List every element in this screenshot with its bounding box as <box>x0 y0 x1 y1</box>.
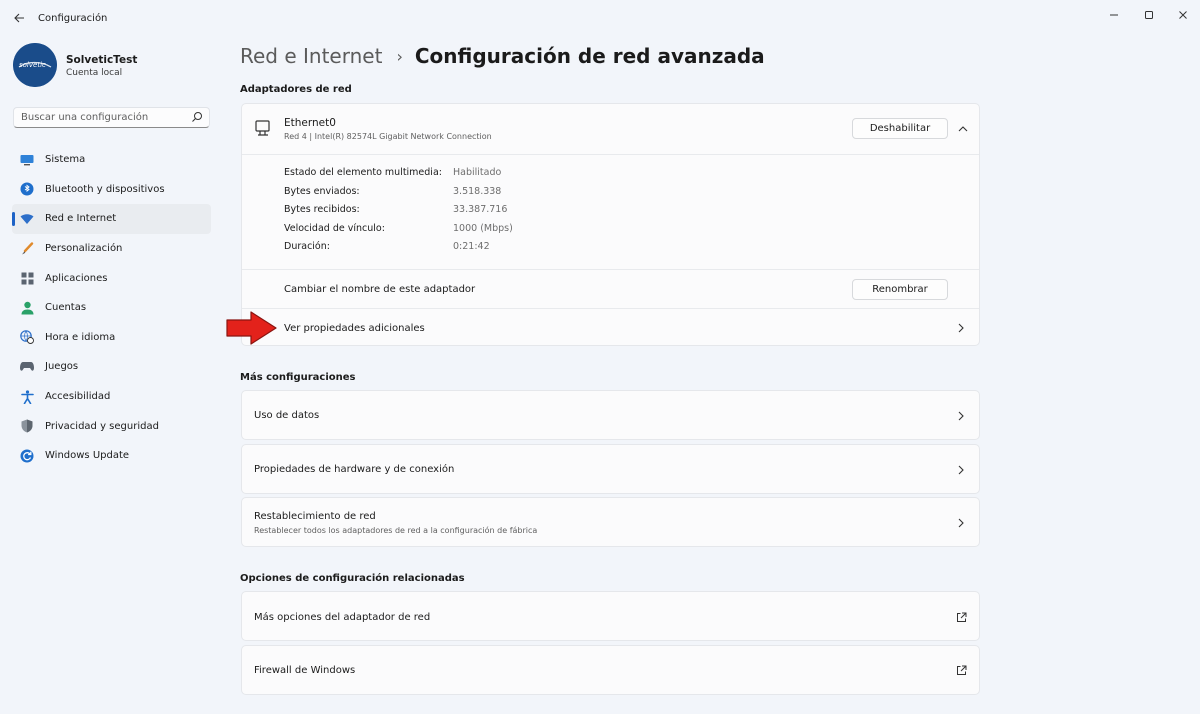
adapter-name: Ethernet0 <box>284 117 336 129</box>
rename-row: Cambiar el nombre de este adaptador Reno… <box>242 269 979 309</box>
maximize-icon <box>1145 11 1153 19</box>
close-icon <box>1179 11 1187 19</box>
breadcrumb: Red e Internet › Configuración de red av… <box>240 44 765 68</box>
back-arrow-icon <box>13 13 24 23</box>
chevron-right-icon <box>958 518 964 528</box>
section-title-adapters: Adaptadores de red <box>240 84 352 95</box>
external-link-icon <box>957 665 967 675</box>
adapter-options-label: Más opciones del adaptador de red <box>254 612 431 623</box>
external-link-icon <box>957 612 967 622</box>
prop-value: 1000 (Mbps) <box>453 223 513 234</box>
brush-icon <box>20 241 34 256</box>
firewall-label: Firewall de Windows <box>254 665 356 676</box>
prop-label: Velocidad de vínculo: <box>284 223 385 234</box>
prop-label: Bytes enviados: <box>284 186 360 197</box>
prop-value: 3.518.338 <box>453 186 502 197</box>
more-properties-row[interactable]: Ver propiedades adicionales <box>242 308 979 347</box>
sidebar-item-aplicaciones[interactable]: Aplicaciones <box>12 263 211 293</box>
account-type: Cuenta local <box>66 68 123 78</box>
sidebar-item-bluetooth[interactable]: Bluetooth y dispositivos <box>12 175 211 205</box>
search-icon[interactable] <box>191 111 203 123</box>
gamepad-icon <box>20 360 34 374</box>
update-icon <box>20 449 34 463</box>
page-title: Configuración de red avanzada <box>414 44 765 68</box>
sidebar-item-label: Privacidad y seguridad <box>45 420 159 432</box>
firewall-row[interactable]: Firewall de Windows <box>241 645 980 695</box>
adapter-header[interactable]: Ethernet0 Red 4 | Intel(R) 82574L Gigabi… <box>242 104 979 155</box>
sidebar-nav: Sistema Bluetooth y dispositivos Red e I… <box>12 145 211 471</box>
minimize-button[interactable] <box>1097 5 1131 25</box>
search-box[interactable] <box>13 107 210 128</box>
breadcrumb-separator: › <box>396 46 403 66</box>
sidebar-item-sistema[interactable]: Sistema <box>12 145 211 175</box>
bluetooth-icon <box>20 182 34 196</box>
sidebar-item-label: Aplicaciones <box>45 272 108 284</box>
avatar[interactable]: solvetic <box>13 43 57 87</box>
user-name: SolveticTest <box>66 54 138 66</box>
sidebar-item-label: Cuentas <box>45 302 87 314</box>
sidebar-item-red-internet[interactable]: Red e Internet <box>12 204 211 234</box>
shield-icon <box>20 419 34 433</box>
hardware-properties-label: Propiedades de hardware y de conexión <box>254 464 455 475</box>
rename-button[interactable]: Renombrar <box>852 279 948 300</box>
prop-label: Bytes recibidos: <box>284 204 360 215</box>
sidebar-item-accesibilidad[interactable]: Accesibilidad <box>12 382 211 412</box>
title-bar: Configuración <box>0 0 1200 36</box>
person-icon <box>20 301 34 315</box>
data-usage-label: Uso de datos <box>254 410 320 421</box>
sidebar-item-label: Personalización <box>45 243 123 255</box>
wifi-icon <box>20 212 34 226</box>
annotation-arrow-icon <box>226 311 277 345</box>
sidebar-item-personalizacion[interactable]: Personalización <box>12 234 211 264</box>
sidebar-item-label: Juegos <box>45 361 79 373</box>
adapter-options-row[interactable]: Más opciones del adaptador de red <box>241 591 980 641</box>
section-title-more: Más configuraciones <box>240 372 356 383</box>
search-input[interactable] <box>21 112 181 123</box>
sidebar-item-windows-update[interactable]: Windows Update <box>12 441 211 471</box>
chevron-right-icon <box>958 411 964 421</box>
sidebar-item-label: Bluetooth y dispositivos <box>45 183 165 195</box>
prop-label: Duración: <box>284 241 330 252</box>
accessibility-icon <box>20 389 34 404</box>
network-reset-description: Restablecer todos los adaptadores de red… <box>254 526 538 535</box>
window-title: Configuración <box>38 13 108 24</box>
sidebar-item-juegos[interactable]: Juegos <box>12 352 211 382</box>
monitor-icon <box>20 153 34 167</box>
sidebar-item-label: Sistema <box>45 154 86 166</box>
prop-value: 0:21:42 <box>453 241 490 252</box>
network-reset-row[interactable]: Restablecimiento de red Restablecer todo… <box>241 497 980 547</box>
disable-button[interactable]: Deshabilitar <box>852 118 948 139</box>
chevron-up-icon[interactable] <box>958 125 968 133</box>
breadcrumb-parent-link[interactable]: Red e Internet <box>240 44 382 68</box>
sidebar-item-label: Hora e idioma <box>45 331 116 343</box>
prop-label: Estado del elemento multimedia: <box>284 167 442 178</box>
chevron-right-icon <box>958 323 964 333</box>
more-properties-label: Ver propiedades adicionales <box>284 323 425 334</box>
network-reset-title: Restablecimiento de red <box>254 511 376 522</box>
rename-label: Cambiar el nombre de este adaptador <box>284 284 476 295</box>
maximize-button[interactable] <box>1132 5 1166 25</box>
adapter-description: Red 4 | Intel(R) 82574L Gigabit Network … <box>284 132 492 141</box>
prop-value: 33.387.716 <box>453 204 508 215</box>
sidebar-item-label: Windows Update <box>45 450 130 462</box>
sidebar-item-hora-idioma[interactable]: Hora e idioma <box>12 323 211 353</box>
avatar-text: solvetic <box>19 61 46 69</box>
back-button[interactable] <box>8 8 30 28</box>
close-button[interactable] <box>1166 5 1200 25</box>
prop-value: Habilitado <box>453 167 502 178</box>
sidebar-item-cuentas[interactable]: Cuentas <box>12 293 211 323</box>
hardware-properties-row[interactable]: Propiedades de hardware y de conexión <box>241 444 980 494</box>
globe-clock-icon <box>20 330 34 345</box>
data-usage-row[interactable]: Uso de datos <box>241 390 980 440</box>
chevron-right-icon <box>958 465 964 475</box>
sidebar-item-privacidad[interactable]: Privacidad y seguridad <box>12 411 211 441</box>
sidebar-item-label: Red e Internet <box>45 213 117 225</box>
sidebar-item-label: Accesibilidad <box>45 391 111 403</box>
section-title-related: Opciones de configuración relacionadas <box>240 573 465 584</box>
ethernet-icon <box>255 120 270 136</box>
apps-icon <box>20 271 34 285</box>
minimize-icon <box>1110 14 1118 16</box>
